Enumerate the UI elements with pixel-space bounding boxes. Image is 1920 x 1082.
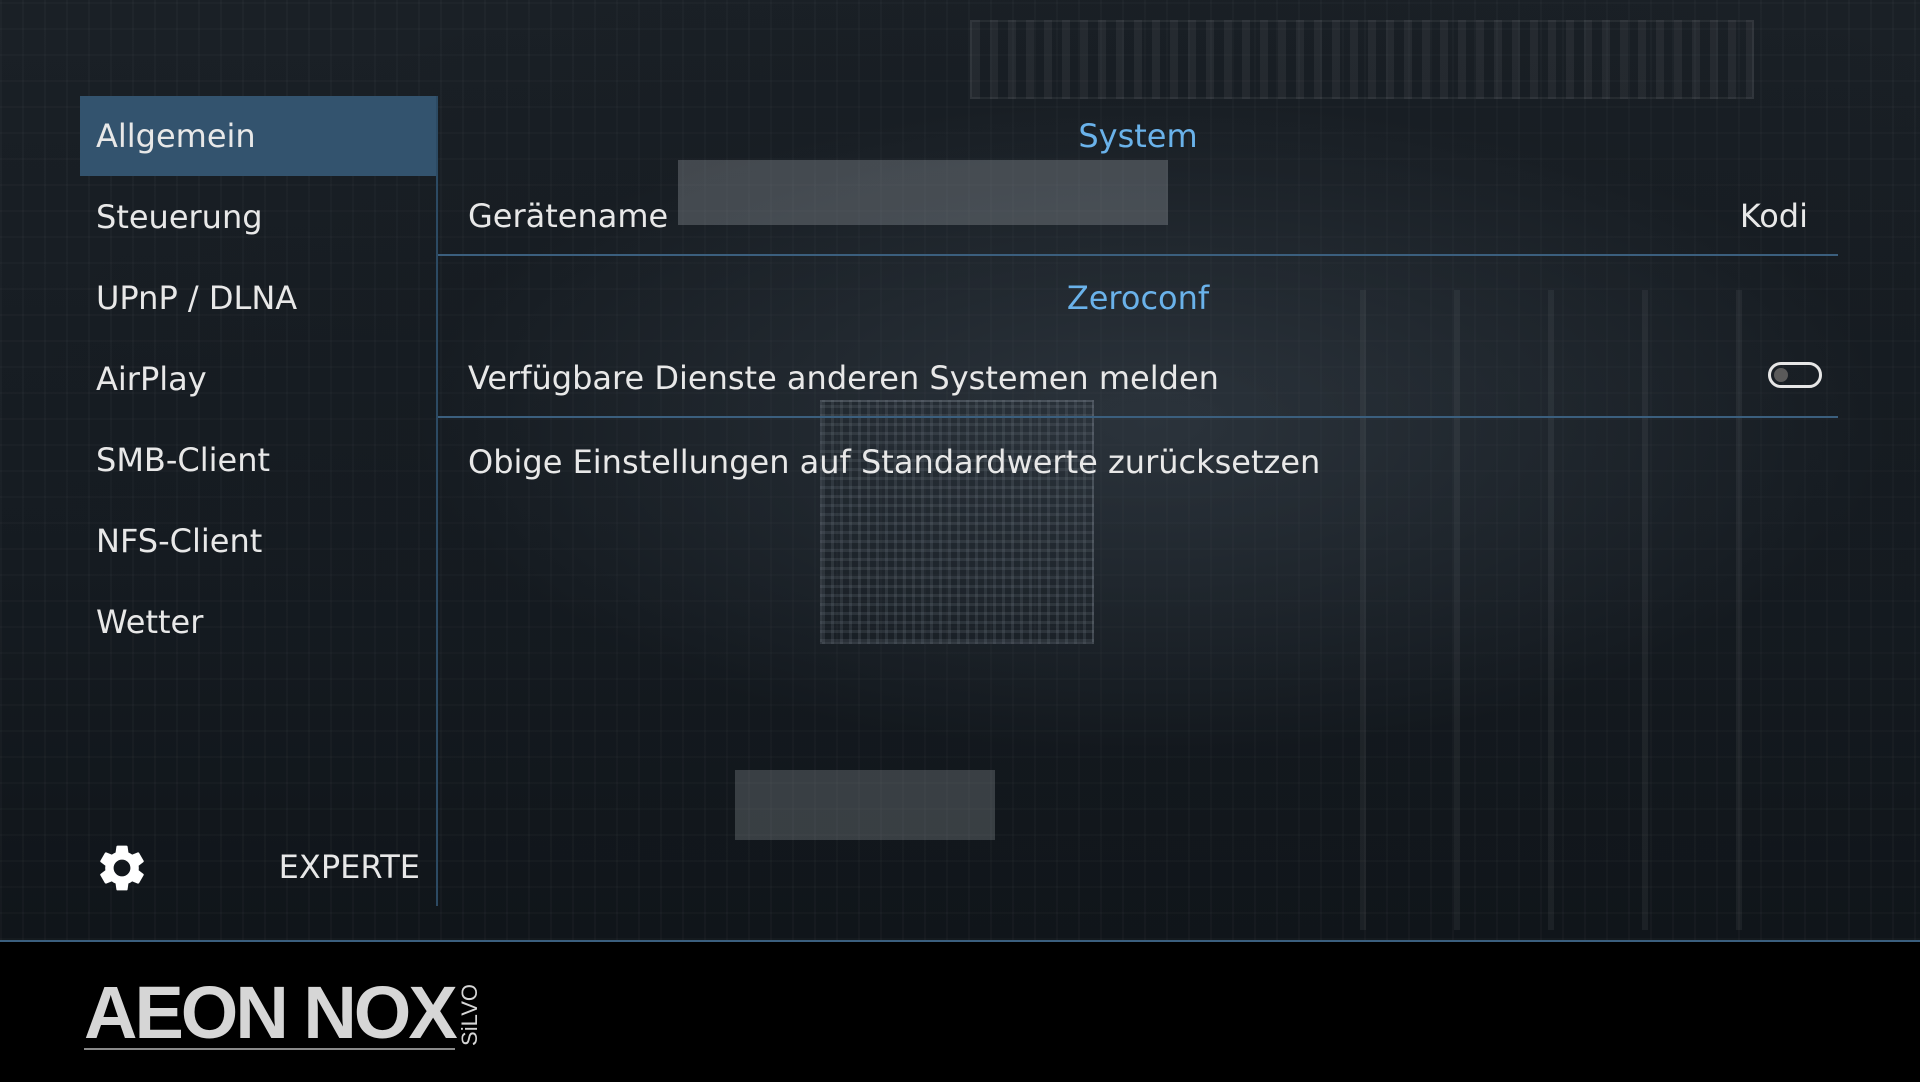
setting-label: Obige Einstellungen auf Standardwerte zu…	[468, 443, 1321, 481]
setting-announce-services[interactable]: Verfügbare Dienste anderen Systemen meld…	[438, 338, 1838, 418]
logo-title: AEON NOX	[84, 971, 458, 1054]
sidebar-item-wetter[interactable]: Wetter	[80, 582, 436, 662]
logo-subtitle: SiLVO	[456, 984, 482, 1046]
gear-icon	[100, 845, 144, 891]
setting-device-name[interactable]: Gerätename Kodi	[438, 176, 1838, 256]
setting-label: Gerätename	[468, 197, 669, 235]
setting-value: Kodi	[1739, 197, 1808, 235]
skin-logo: AEON NOX SiLVO	[84, 970, 482, 1054]
settings-category-sidebar: Allgemein Steuerung UPnP / DLNA AirPlay …	[80, 96, 438, 906]
reset-settings-button[interactable]: Obige Einstellungen auf Standardwerte zu…	[438, 422, 1838, 502]
sidebar-item-nfs-client[interactable]: NFS-Client	[80, 501, 436, 581]
sidebar-item-steuerung[interactable]: Steuerung	[80, 177, 436, 257]
sidebar-item-upnp-dlna[interactable]: UPnP / DLNA	[80, 258, 436, 338]
section-header-system: System	[1078, 117, 1198, 155]
settings-level-button[interactable]: EXPERTE	[80, 832, 436, 902]
background-connector	[970, 20, 1754, 99]
sidebar-item-airplay[interactable]: AirPlay	[80, 339, 436, 419]
background-label-plate	[735, 770, 995, 840]
settings-list: System Gerätename Kodi Zeroconf Verfügba…	[438, 96, 1838, 546]
sidebar-item-smb-client[interactable]: SMB-Client	[80, 420, 436, 500]
settings-level-label: EXPERTE	[278, 848, 420, 886]
toggle-knob	[1774, 368, 1788, 382]
sidebar-item-allgemein[interactable]: Allgemein	[80, 96, 436, 176]
announce-services-toggle[interactable]	[1768, 362, 1822, 388]
section-header-zeroconf: Zeroconf	[1066, 279, 1210, 317]
setting-label: Verfügbare Dienste anderen Systemen meld…	[468, 359, 1219, 397]
